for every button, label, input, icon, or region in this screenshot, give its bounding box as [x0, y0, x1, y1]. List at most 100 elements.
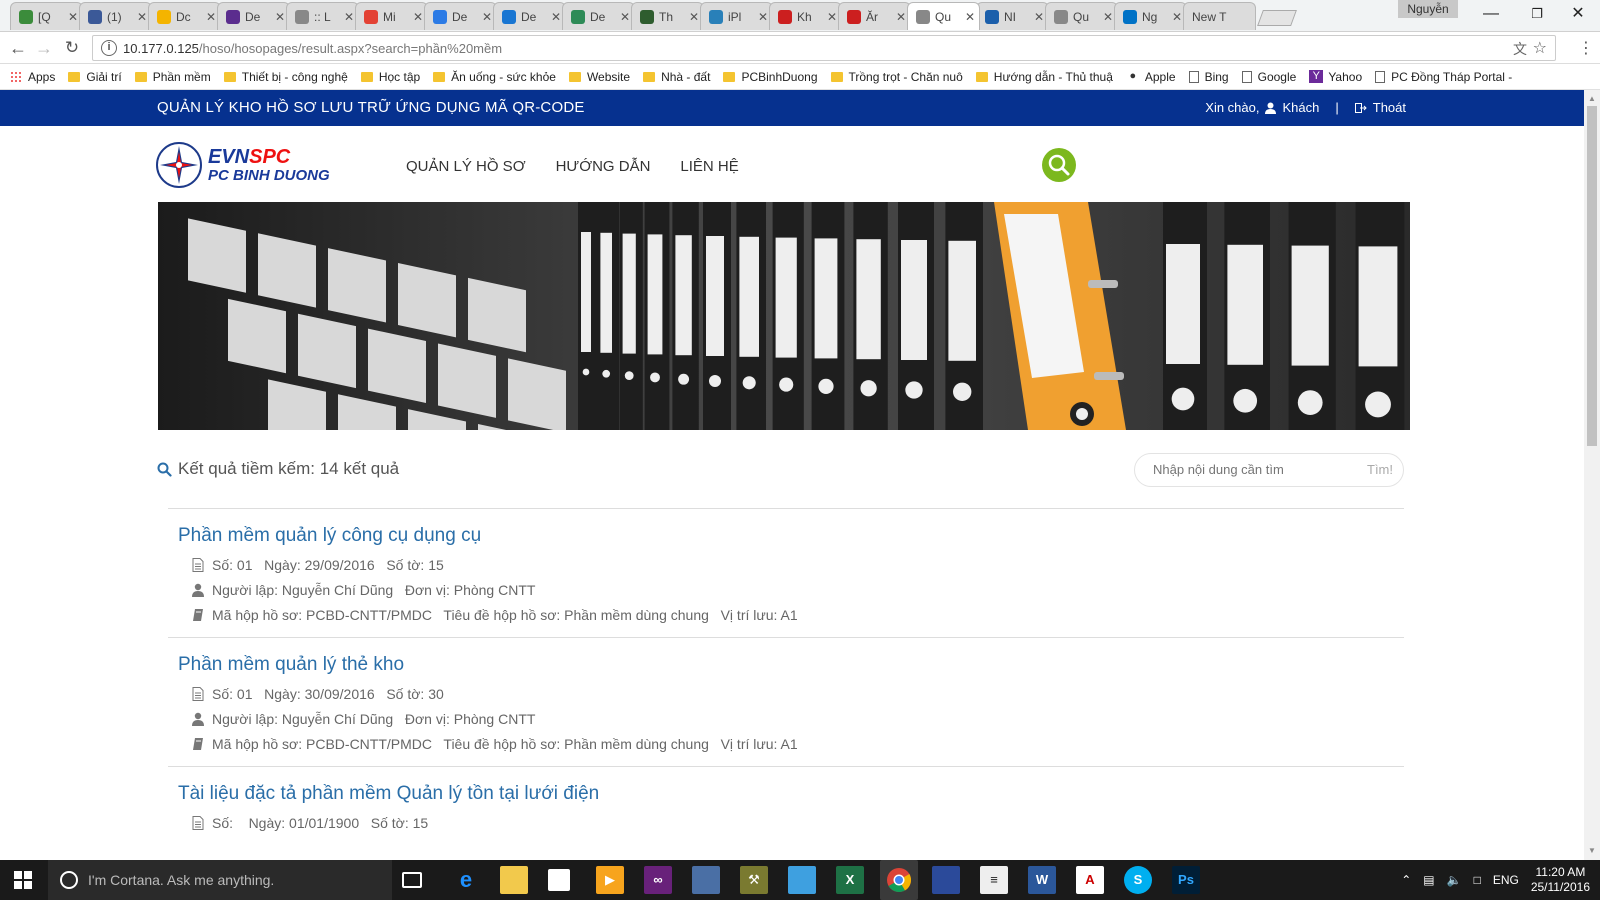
browser-tab[interactable]: :: L ✕ [286, 2, 359, 30]
tools-icon[interactable]: ⚒ [740, 866, 768, 894]
minimize-button[interactable]: — [1468, 0, 1514, 30]
tab-close-icon[interactable]: ✕ [1172, 10, 1182, 24]
browser-tab[interactable]: Qu ✕ [1045, 2, 1118, 30]
search-submit-button[interactable]: Tìm! [1367, 462, 1393, 477]
tab-close-icon[interactable]: ✕ [620, 10, 630, 24]
url-text[interactable]: 10.177.0.125/hoso/hosopages/result.aspx?… [123, 41, 502, 56]
browser-tab[interactable]: De ✕ [424, 2, 497, 30]
chrome-active-button[interactable] [880, 860, 918, 900]
restore-button[interactable]: ❐ [1514, 0, 1560, 30]
result-title-link[interactable]: Phần mềm quản lý công cụ dụng cụ [178, 525, 1398, 547]
bookmark-item[interactable]: Học tập [360, 70, 420, 84]
bookmark-item[interactable]: Thiết bị - công nghệ [223, 70, 348, 84]
page-scrollbar[interactable]: ▲ ▼ [1584, 90, 1600, 860]
tab-close-icon[interactable]: ✕ [206, 10, 216, 24]
result-title-link[interactable]: Phần mềm quản lý thẻ kho [178, 654, 1398, 676]
network-icon[interactable]: ▤ [1423, 873, 1434, 887]
tab-close-icon[interactable]: ✕ [275, 10, 285, 24]
evnspc-logo[interactable]: EVNSPC PC BINH DUONG [156, 142, 330, 188]
bookmark-item[interactable]: Hướng dẫn - Thủ thuậ [975, 70, 1113, 84]
edge-icon[interactable]: e [452, 866, 480, 894]
menu-item-huong-dan[interactable]: HƯỚNG DẪN [556, 158, 651, 175]
photoshop-icon[interactable]: Ps [1172, 866, 1200, 894]
word-icon[interactable]: W [1028, 866, 1056, 894]
tab-close-icon[interactable]: ✕ [1034, 10, 1044, 24]
browser-tab[interactable]: Dc ✕ [148, 2, 221, 30]
menu-item-quan-ly-ho-so[interactable]: QUẢN LÝ HỒ SƠ [406, 158, 526, 175]
calculator-icon[interactable]: ≡ [980, 866, 1008, 894]
tab-close-icon[interactable]: ✕ [896, 10, 906, 24]
action-center-icon[interactable]: □ [1474, 873, 1481, 887]
windows-start-button[interactable] [14, 871, 32, 889]
bookmark-item[interactable]: Apps [10, 70, 55, 84]
bookmark-star-icon[interactable]: ☆ [1533, 38, 1547, 58]
bookmark-item[interactable]: Ăn uống - sức khỏe [433, 70, 556, 84]
tab-close-icon[interactable]: ✕ [68, 10, 78, 24]
menu-item-lien-he[interactable]: LIÊN HỆ [680, 158, 738, 175]
file-explorer-icon[interactable] [500, 866, 528, 894]
network-tool-icon[interactable] [692, 866, 720, 894]
bookmark-item[interactable]: Google [1241, 70, 1296, 84]
browser-tab[interactable]: Ng ✕ [1114, 2, 1187, 30]
bookmark-item[interactable]: PCBinhDuong [723, 70, 818, 84]
browser-tab[interactable]: [Q ✕ [10, 2, 83, 30]
tab-close-icon[interactable]: ✕ [413, 10, 423, 24]
browser-tab[interactable]: Qu ✕ [907, 2, 980, 30]
bookmark-item[interactable]: Website [568, 70, 630, 84]
tab-close-icon[interactable]: ✕ [137, 10, 147, 24]
translate-icon[interactable]: 文 [1513, 39, 1527, 59]
clock[interactable]: 11:20 AM 25/11/2016 [1531, 865, 1590, 895]
result-title-link[interactable]: Tài liệu đặc tả phần mềm Quản lý tồn tại… [178, 783, 1398, 805]
browser-tab[interactable]: New T [1183, 2, 1256, 30]
browser-tab[interactable]: De ✕ [493, 2, 566, 30]
browser-tab[interactable]: Th ✕ [631, 2, 704, 30]
skype-icon[interactable]: S [1124, 866, 1152, 894]
bookmark-item[interactable]: Bing [1188, 70, 1229, 84]
bookmark-item[interactable]: Phần mềm [134, 70, 211, 84]
acrobat-icon[interactable]: A [1076, 866, 1104, 894]
bookmark-item[interactable]: Trồng trọt - Chăn nuô [830, 70, 963, 84]
menu-kebab-icon[interactable]: ⋮ [1578, 38, 1594, 58]
url-field[interactable]: i 10.177.0.125/hoso/hosopages/result.asp… [92, 35, 1556, 61]
tab-close-icon[interactable]: ✕ [482, 10, 492, 24]
profile-button[interactable]: Nguyễn [1398, 0, 1458, 18]
logout-icon[interactable] [1354, 102, 1367, 114]
tab-close-icon[interactable]: ✕ [1103, 10, 1113, 24]
volume-icon[interactable]: 🔈 [1447, 873, 1462, 887]
store-icon[interactable] [548, 869, 570, 891]
back-button[interactable]: ← [6, 36, 30, 60]
header-search-button[interactable] [1042, 148, 1076, 182]
forward-button[interactable]: → [32, 36, 56, 60]
scroll-thumb[interactable] [1587, 106, 1597, 446]
tab-close-icon[interactable]: ✕ [965, 10, 975, 24]
excel-icon[interactable]: X [836, 866, 864, 894]
scroll-down-arrow-icon[interactable]: ▼ [1588, 846, 1596, 855]
close-window-button[interactable]: ✕ [1556, 0, 1600, 30]
tab-close-icon[interactable]: ✕ [827, 10, 837, 24]
cortana-search-box[interactable]: I'm Cortana. Ask me anything. [48, 860, 392, 900]
browser-tab[interactable]: De ✕ [562, 2, 635, 30]
visual-studio-icon[interactable]: ∞ [644, 866, 672, 894]
browser-tab[interactable]: Ăr ✕ [838, 2, 911, 30]
search-input[interactable] [1153, 462, 1353, 477]
browser-tab[interactable]: NI ✕ [976, 2, 1049, 30]
language-indicator[interactable]: ENG [1493, 873, 1519, 887]
tab-close-icon[interactable]: ✕ [344, 10, 354, 24]
remote-desktop-icon[interactable] [788, 866, 816, 894]
tab-close-icon[interactable]: ✕ [689, 10, 699, 24]
tab-close-icon[interactable]: ✕ [551, 10, 561, 24]
browser-tab[interactable]: Kh ✕ [769, 2, 842, 30]
chevron-up-icon[interactable]: ⌃ [1401, 873, 1411, 887]
save-disk-icon[interactable] [932, 866, 960, 894]
bookmark-item[interactable]: ● Apple [1126, 70, 1176, 84]
bookmark-item[interactable]: Y Yahoo [1309, 70, 1362, 84]
browser-tab[interactable]: Mi ✕ [355, 2, 428, 30]
bookmark-item[interactable]: Giải trí [68, 70, 122, 84]
browser-tab[interactable]: (1) ✕ [79, 2, 152, 30]
task-view-icon[interactable] [402, 872, 422, 888]
media-player-icon[interactable]: ▶ [596, 866, 624, 894]
logout-link[interactable]: Thoát [1373, 100, 1406, 115]
bookmark-item[interactable]: PC Đồng Tháp Portal - [1375, 70, 1512, 84]
reload-button[interactable]: ↻ [60, 36, 84, 60]
new-tab-button[interactable] [1257, 10, 1297, 26]
